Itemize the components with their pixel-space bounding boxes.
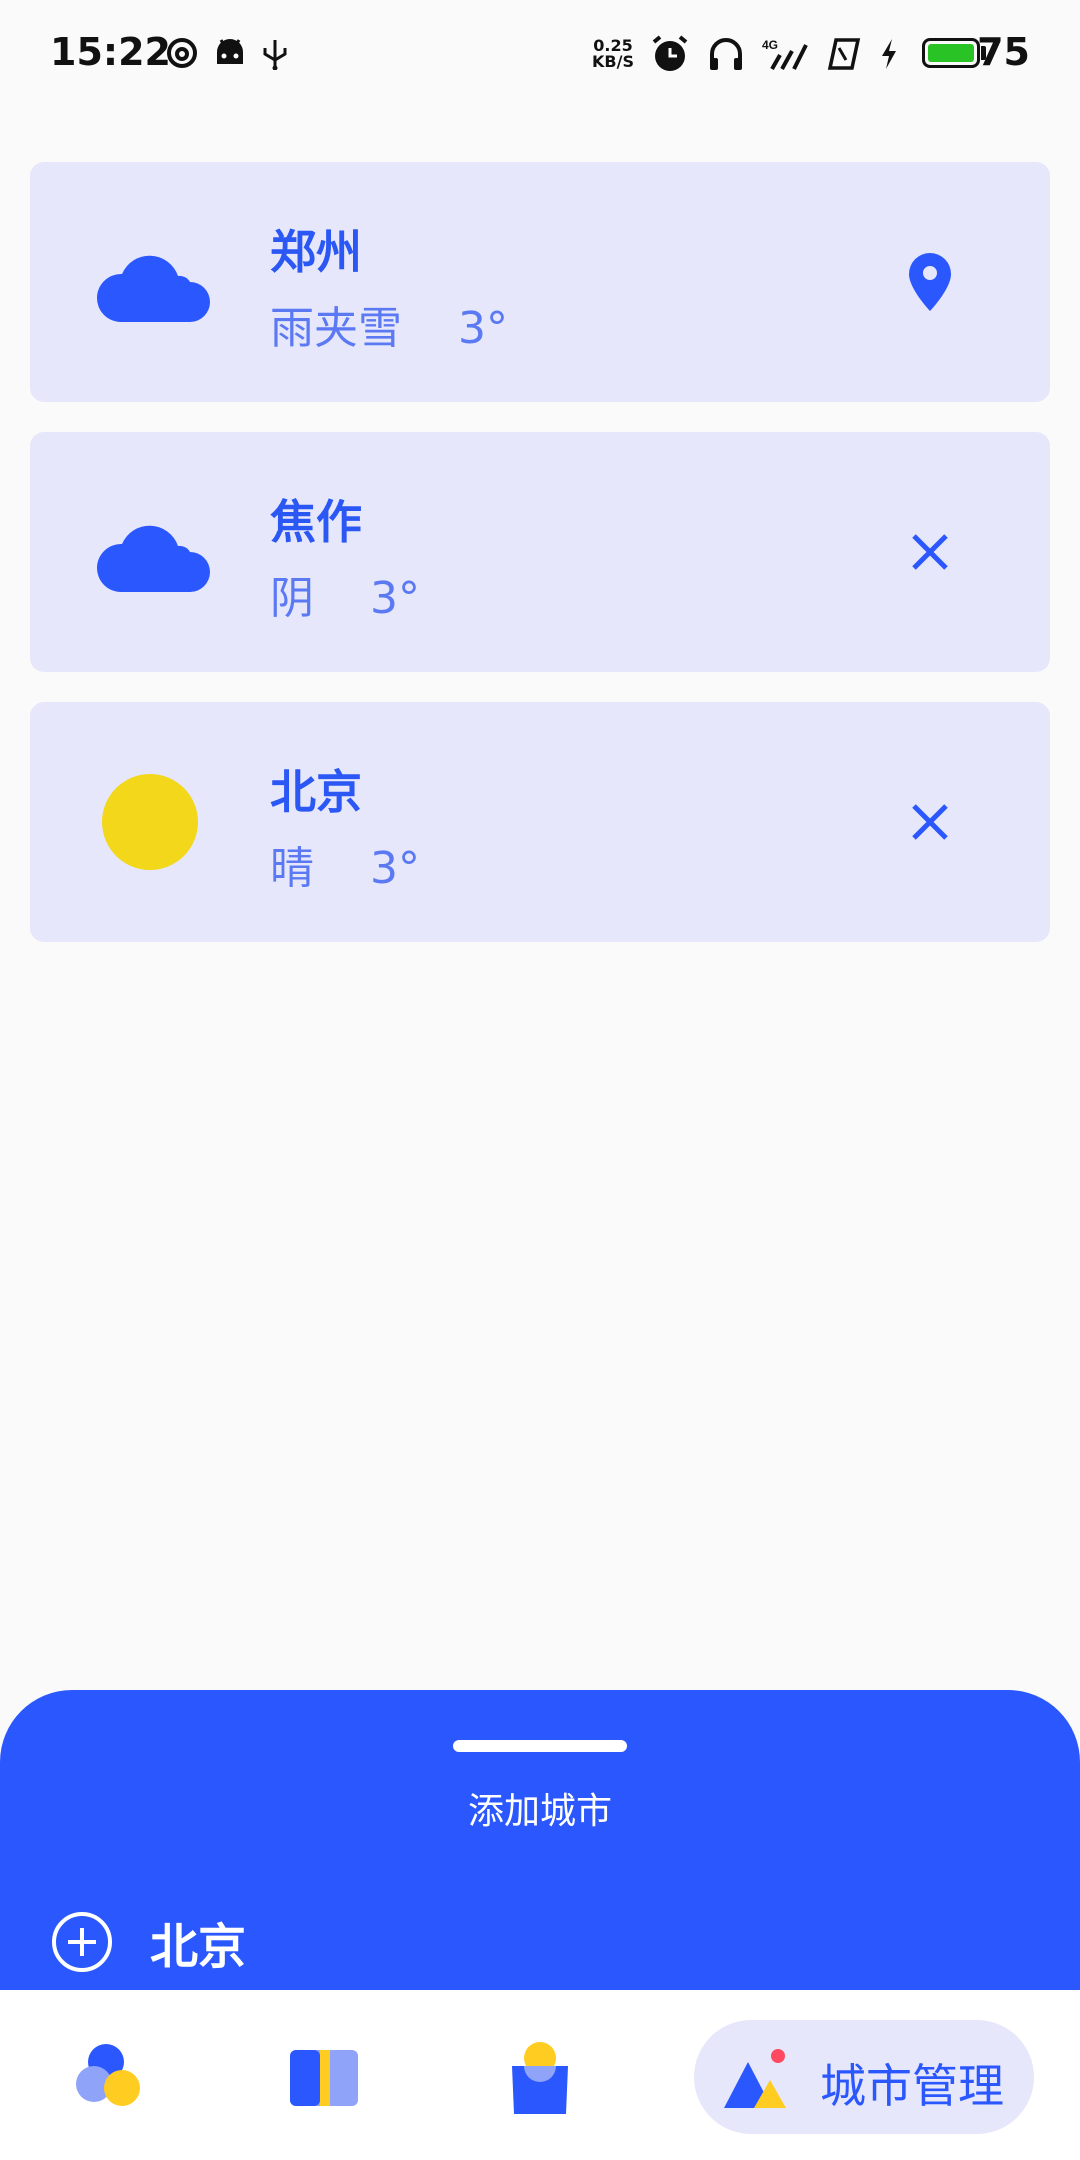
city-card-beijing[interactable]: 北京 晴 3° — [30, 702, 1050, 942]
status-bar: 15:22 0.25 KB/S 4G 75 — [0, 0, 1080, 110]
location-pin-button[interactable] — [900, 252, 960, 312]
city-weather-line: 晴 3° — [270, 832, 420, 896]
charging-bolt-icon — [882, 39, 896, 69]
status-left-icons — [165, 36, 289, 70]
bag-tab-icon[interactable] — [500, 2038, 580, 2118]
net-speed: 0.25 KB/S — [592, 38, 634, 70]
cards-tab-icon[interactable] — [284, 2038, 364, 2118]
net-speed-unit: KB/S — [592, 52, 634, 71]
sheet-title: 添加城市 — [467, 1791, 612, 1832]
hd-signal-icon — [827, 38, 861, 70]
temperature: 3° — [369, 573, 420, 624]
status-right-icons: 0.25 KB/S 4G — [592, 34, 900, 74]
tab-city-manage[interactable]: 城市管理 — [694, 2020, 1034, 2134]
svg-text:4G: 4G — [762, 38, 778, 52]
sun-icon — [102, 774, 198, 870]
temperature: 3° — [369, 843, 420, 894]
battery-fill — [928, 44, 974, 62]
city-card-jiaozuo[interactable]: 焦作 阴 3° — [30, 432, 1050, 672]
cloud-icon — [96, 255, 210, 322]
add-circle-icon[interactable] — [50, 1910, 114, 1974]
location-pin-icon — [909, 253, 951, 311]
alarm-clock-icon — [652, 35, 688, 71]
battery-icon — [922, 38, 980, 68]
weather-condition: 晴 — [270, 843, 314, 894]
temperature: 3° — [457, 303, 508, 354]
android-icon — [217, 39, 243, 64]
city-name: 郑州 — [270, 225, 362, 279]
weather-tab-icon[interactable] — [70, 2038, 150, 2118]
bottom-nav: 城市管理 — [0, 1990, 1080, 2160]
close-icon — [912, 804, 948, 840]
add-city-label[interactable]: 北京 — [150, 1907, 246, 1977]
city-manage-tab-icon — [724, 2049, 786, 2108]
cloud-icon — [96, 525, 210, 592]
usb-icon — [263, 40, 287, 70]
add-city-row[interactable]: 北京 — [50, 1907, 246, 1977]
city-weather-line: 阴 3° — [270, 562, 420, 626]
weather-condition: 雨夹雪 — [270, 303, 402, 354]
city-weather-line: 雨夹雪 3° — [270, 292, 508, 356]
add-city-sheet[interactable]: 添加城市 北京 — [0, 1690, 1080, 2030]
sheet-drag-handle[interactable] — [453, 1740, 627, 1752]
signal-4g-icon: 4G — [762, 38, 808, 70]
tab-city-manage-label: 城市管理 — [820, 2059, 1004, 2113]
city-name: 北京 — [270, 765, 362, 819]
netease-music-icon — [167, 38, 197, 68]
weather-condition: 阴 — [270, 573, 314, 624]
city-card-zhengzhou[interactable]: 郑州 雨夹雪 3° — [30, 162, 1050, 402]
remove-city-button[interactable] — [900, 522, 960, 582]
city-name: 焦作 — [270, 495, 362, 549]
headphones-icon — [710, 38, 742, 70]
battery-level: 75 — [977, 30, 1030, 74]
status-time: 15:22 — [50, 30, 171, 74]
remove-city-button[interactable] — [900, 792, 960, 852]
close-icon — [912, 534, 948, 570]
